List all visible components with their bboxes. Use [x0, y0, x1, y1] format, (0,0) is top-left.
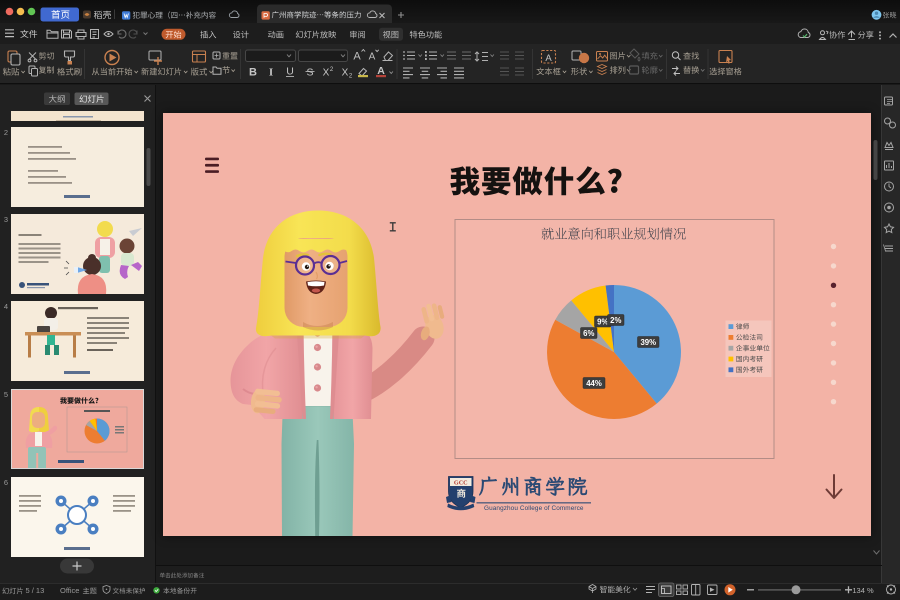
svg-text:X: X — [342, 68, 349, 79]
svg-text:6: 6 — [4, 478, 8, 487]
svg-text:U: U — [286, 66, 294, 78]
svg-text:B: B — [249, 67, 257, 79]
svg-text:S: S — [306, 67, 313, 79]
svg-text:2: 2 — [349, 74, 353, 80]
svg-text:2: 2 — [330, 67, 334, 73]
svg-text:5: 5 — [4, 390, 8, 399]
svg-text:A: A — [545, 53, 552, 64]
svg-text:A: A — [353, 51, 361, 63]
svg-text:4: 4 — [4, 302, 8, 311]
svg-text:5 / 13: 5 / 13 — [26, 586, 45, 595]
svg-text:A: A — [369, 52, 376, 63]
svg-text:I: I — [269, 67, 273, 79]
svg-text:X: X — [323, 68, 330, 79]
svg-text:Office: Office — [60, 586, 79, 595]
svg-text:134 %: 134 % — [852, 586, 874, 595]
svg-text:2: 2 — [4, 128, 8, 137]
svg-text:3: 3 — [4, 215, 8, 224]
